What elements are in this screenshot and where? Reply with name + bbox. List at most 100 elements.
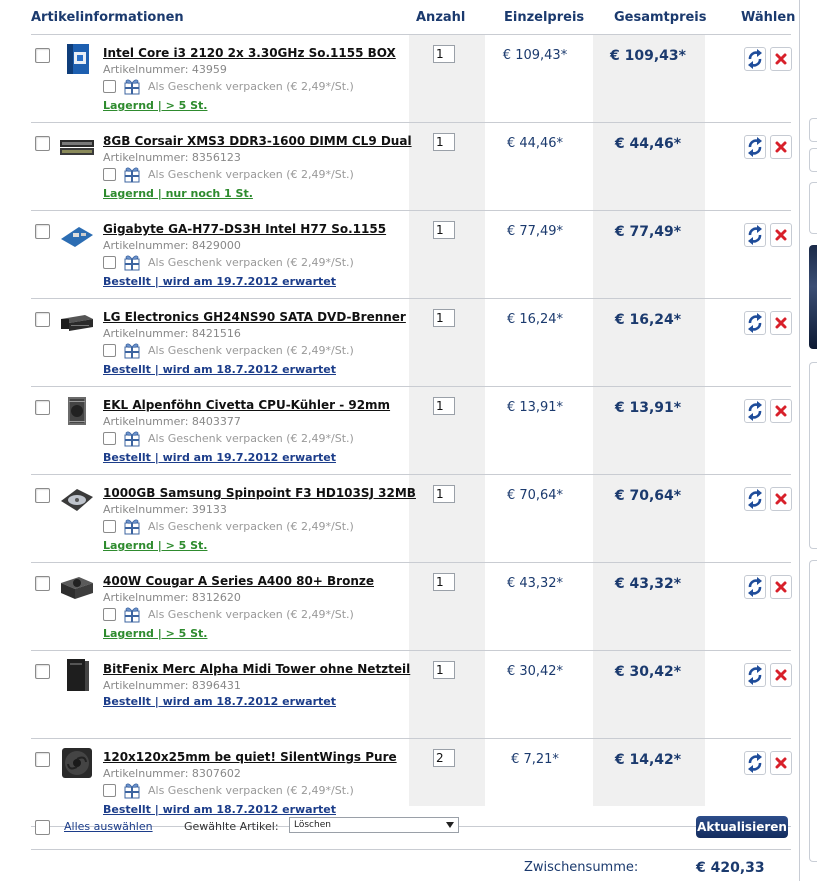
delete-icon[interactable] <box>770 663 792 687</box>
product-title-link[interactable]: 1000GB Samsung Spinpoint F3 HD103SJ 32MB <box>103 486 416 500</box>
unit-price: € 44,46* <box>506 136 564 151</box>
delete-icon[interactable] <box>770 47 792 71</box>
quantity-input[interactable]: 1 <box>433 221 455 239</box>
side-tab[interactable] <box>809 148 817 172</box>
chevron-down-icon <box>446 822 454 828</box>
side-tab[interactable] <box>809 118 817 142</box>
quantity-input[interactable]: 1 <box>433 133 455 151</box>
stock-status-link[interactable]: Lagernd | > 5 St. <box>103 627 207 640</box>
bulk-action-select[interactable]: Löschen <box>289 817 459 833</box>
delete-icon[interactable] <box>770 311 792 335</box>
gift-wrap-checkbox[interactable] <box>103 520 116 533</box>
gift-wrap-checkbox[interactable] <box>103 784 116 797</box>
product-title-link[interactable]: LG Electronics GH24NS90 SATA DVD-Brenner <box>103 310 406 324</box>
refresh-icon[interactable] <box>744 575 766 599</box>
stock-status-link[interactable]: Lagernd | > 5 St. <box>103 99 207 112</box>
row-checkbox[interactable] <box>35 488 50 503</box>
delete-icon[interactable] <box>770 575 792 599</box>
fan-icon[interactable] <box>59 747 95 779</box>
refresh-icon[interactable] <box>744 223 766 247</box>
ram-icon[interactable] <box>59 131 95 163</box>
stock-status-link[interactable]: Bestellt | wird am 18.7.2012 erwartet <box>103 363 336 376</box>
delete-icon[interactable] <box>770 399 792 423</box>
update-button[interactable]: Aktualisieren <box>696 816 788 838</box>
product-title-link[interactable]: Gigabyte GA-H77-DS3H Intel H77 So.1155 <box>103 222 386 236</box>
side-tab[interactable] <box>809 182 817 234</box>
quantity-input[interactable]: 1 <box>433 485 455 503</box>
refresh-icon[interactable] <box>744 399 766 423</box>
row-checkbox[interactable] <box>35 664 50 679</box>
article-number: Artikelnummer: 8307602 <box>103 767 241 780</box>
quantity-input[interactable]: 2 <box>433 749 455 767</box>
refresh-icon[interactable] <box>744 47 766 71</box>
gift-icon <box>123 429 141 447</box>
refresh-icon[interactable] <box>744 751 766 775</box>
psu-icon[interactable] <box>59 571 95 603</box>
cart-table: Artikelinformationen Anzahl Einzelpreis … <box>31 0 795 850</box>
article-number: Artikelnummer: 8396431 <box>103 679 241 692</box>
row-checkbox[interactable] <box>35 576 50 591</box>
row-checkbox[interactable] <box>35 752 50 767</box>
total-price: € 109,43* <box>610 48 686 64</box>
article-number: Artikelnummer: 39133 <box>103 503 227 516</box>
select-all-checkbox[interactable] <box>35 820 50 835</box>
stock-status-link[interactable]: Bestellt | wird am 19.7.2012 erwartet <box>103 451 336 464</box>
gift-wrap-label: Als Geschenk verpacken (€ 2,49*/St.) <box>148 432 354 445</box>
product-title-link[interactable]: BitFenix Merc Alpha Midi Tower ohne Netz… <box>103 662 410 676</box>
gift-wrap-label: Als Geschenk verpacken (€ 2,49*/St.) <box>148 608 354 621</box>
hdd-icon[interactable] <box>59 483 95 515</box>
row-checkbox[interactable] <box>35 48 50 63</box>
refresh-icon[interactable] <box>744 135 766 159</box>
delete-icon[interactable] <box>770 223 792 247</box>
stock-status-link[interactable]: Bestellt | wird am 18.7.2012 erwartet <box>103 695 336 708</box>
subtotal-label: Zwischensumme: <box>524 860 639 875</box>
product-title-link[interactable]: 120x120x25mm be quiet! SilentWings Pure <box>103 750 397 764</box>
quantity-input[interactable]: 1 <box>433 573 455 591</box>
subtotal-value: € 420,33 <box>696 860 765 876</box>
case-icon[interactable] <box>59 659 95 691</box>
refresh-icon[interactable] <box>744 663 766 687</box>
gift-wrap-checkbox[interactable] <box>103 432 116 445</box>
unit-price: € 13,91* <box>506 400 564 415</box>
delete-icon[interactable] <box>770 487 792 511</box>
delete-icon[interactable] <box>770 135 792 159</box>
gift-wrap-checkbox[interactable] <box>103 168 116 181</box>
bulk-action-value: Löschen <box>294 820 331 830</box>
quantity-input[interactable]: 1 <box>433 45 455 63</box>
cpu-box-icon[interactable] <box>59 43 95 75</box>
cooler-icon[interactable] <box>59 395 95 427</box>
refresh-icon[interactable] <box>744 311 766 335</box>
side-banner[interactable] <box>809 245 817 349</box>
select-all-link[interactable]: Alles auswählen <box>64 820 153 833</box>
row-checkbox[interactable] <box>35 136 50 151</box>
quantity-input[interactable]: 1 <box>433 661 455 679</box>
product-title-link[interactable]: EKL Alpenföhn Civetta CPU-Kühler - 92mm <box>103 398 390 412</box>
quantity-input[interactable]: 1 <box>433 397 455 415</box>
quantity-input[interactable]: 1 <box>433 309 455 327</box>
unit-price: € 77,49* <box>506 224 564 239</box>
gift-wrap-checkbox[interactable] <box>103 256 116 269</box>
dvd-icon[interactable] <box>59 307 95 339</box>
total-price: € 43,32* <box>614 576 682 592</box>
row-checkbox[interactable] <box>35 400 50 415</box>
cart-row: BitFenix Merc Alpha Midi Tower ohne Netz… <box>31 651 792 739</box>
row-checkbox[interactable] <box>35 224 50 239</box>
gift-wrap-checkbox[interactable] <box>103 344 116 357</box>
stock-status-link[interactable]: Lagernd | > 5 St. <box>103 539 207 552</box>
stock-status-link[interactable]: Bestellt | wird am 19.7.2012 erwartet <box>103 275 336 288</box>
side-panel <box>809 560 817 862</box>
row-checkbox[interactable] <box>35 312 50 327</box>
unit-price: € 30,42* <box>506 664 564 679</box>
gift-wrap-checkbox[interactable] <box>103 80 116 93</box>
stock-status-link[interactable]: Lagernd | nur noch 1 St. <box>103 187 253 200</box>
gift-wrap-checkbox[interactable] <box>103 608 116 621</box>
product-title-link[interactable]: Intel Core i3 2120 2x 3.30GHz So.1155 BO… <box>103 46 396 60</box>
product-title-link[interactable]: 8GB Corsair XMS3 DDR3-1600 DIMM CL9 Dual <box>103 134 412 148</box>
mainboard-icon[interactable] <box>59 219 95 251</box>
product-title-link[interactable]: 400W Cougar A Series A400 80+ Bronze <box>103 574 374 588</box>
unit-price: € 109,43* <box>502 48 568 63</box>
selected-items-label: Gewählte Artikel: <box>184 820 279 833</box>
shopping-cart-page: Artikelinformationen Anzahl Einzelpreis … <box>0 0 817 881</box>
delete-icon[interactable] <box>770 751 792 775</box>
refresh-icon[interactable] <box>744 487 766 511</box>
